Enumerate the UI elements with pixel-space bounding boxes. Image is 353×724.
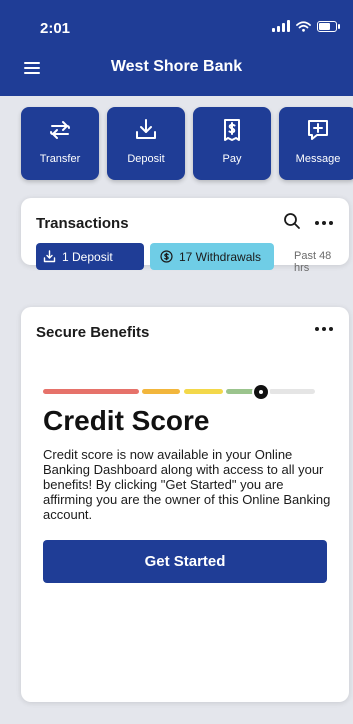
dollar-icon (160, 250, 173, 263)
message-button[interactable]: Message (279, 107, 353, 180)
transfer-icon (50, 121, 70, 139)
get-started-button[interactable]: Get Started (43, 540, 327, 583)
pay-label: Pay (222, 153, 242, 165)
transfer-label: Transfer (39, 153, 81, 165)
message-icon (308, 120, 328, 140)
app-header: 2:01 West Shore Bank (0, 0, 353, 96)
signal-icon (272, 20, 290, 32)
status-icons (272, 20, 340, 32)
more-options-icon[interactable] (315, 327, 333, 331)
credit-score-meter (43, 385, 315, 399)
secure-benefits-title: Secure Benefits (36, 324, 150, 341)
secure-benefits-card: Secure Benefits Credit Score Credit scor… (21, 307, 349, 702)
message-label: Message (295, 153, 341, 165)
wifi-icon (296, 20, 311, 32)
deposit-filter-chip[interactable]: 1 Deposit (36, 243, 144, 270)
search-icon[interactable] (283, 212, 301, 230)
credit-score-heading: Credit Score (43, 405, 210, 436)
quick-actions: Transfer Deposit Pay Message (21, 107, 353, 180)
transactions-title: Transactions (36, 215, 129, 232)
app-title: West Shore Bank (110, 58, 243, 75)
score-indicator-knob (254, 385, 268, 399)
score-segment-excellent (269, 389, 315, 394)
transactions-card: Transactions 1 Deposit 17 Withdrawals Pa… (21, 198, 349, 274)
deposit-button[interactable]: Deposit (107, 107, 185, 180)
score-segment-poor (43, 389, 139, 394)
score-segment-good (184, 389, 223, 394)
withdrawals-chip-label: 17 Withdrawals (179, 249, 262, 264)
status-time: 2:01 (40, 20, 71, 37)
deposit-label: Deposit (127, 153, 165, 165)
pay-icon (224, 119, 240, 141)
more-options-icon[interactable] (315, 221, 333, 225)
deposit-chip-label: 1 Deposit (62, 249, 113, 264)
transfer-button[interactable]: Transfer (21, 107, 99, 180)
withdrawals-filter-chip[interactable]: 17 Withdrawals (150, 243, 274, 270)
pay-button[interactable]: Pay (193, 107, 271, 180)
deposit-icon (43, 250, 56, 263)
deposit-icon (136, 119, 156, 139)
credit-score-description: Credit score is now available in your On… (43, 447, 331, 522)
battery-icon (317, 20, 340, 32)
time-period-label: Past 48 hrs (294, 250, 332, 274)
score-segment-fair (142, 389, 180, 394)
